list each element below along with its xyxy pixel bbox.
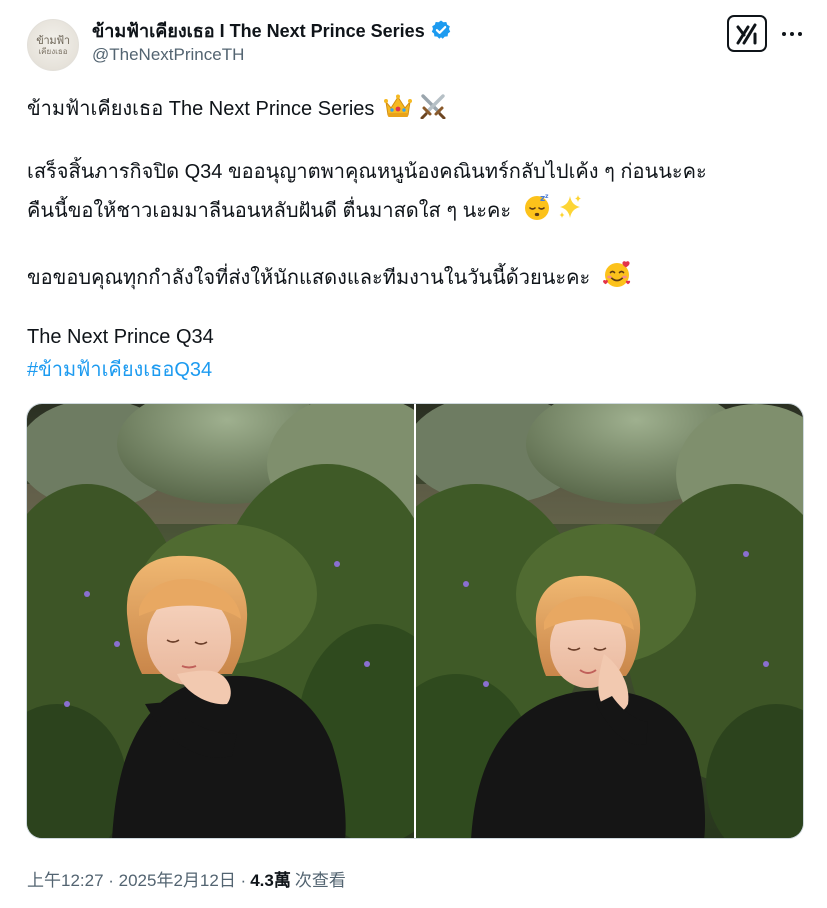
crossed-swords-emoji — [419, 93, 447, 125]
views-label: 次查看 — [294, 871, 346, 890]
sleeping-face-emoji: z z — [523, 193, 551, 227]
tweet-text-line-2: เสร็จสิ้นภารกิจปิด Q34 ขออนุญาตพาคุณหนูน… — [27, 161, 707, 183]
author-name-row: ข้ามฟ้าเคียงเธอ I The Next Prince Series — [92, 17, 452, 43]
avatar-logo-line1: ข้ามฟ้า — [36, 33, 70, 47]
tweet-text-line-3: คืนนี้ขอให้ชาวเอมมาลีนอนหลับฝันดี ตื่นมา… — [27, 193, 807, 227]
photo-2[interactable] — [416, 404, 803, 838]
views-count: 4.3萬 — [250, 871, 291, 890]
smiling-face-with-hearts-emoji — [602, 260, 632, 294]
media-grid — [26, 403, 804, 839]
tweet-meta: 上午12:27 · 2025年2月12日 · 4.3萬 次查看 — [27, 866, 346, 891]
tweet-text: คืนนี้ขอให้ชาวเอมมาลีนอนหลับฝันดี ตื่นมา… — [27, 200, 512, 222]
photo-1[interactable] — [27, 404, 414, 838]
timestamp-link[interactable]: 上午12:27 · 2025年2月12日 · — [27, 866, 246, 891]
grok-icon — [736, 23, 757, 44]
sparkles-emoji — [557, 193, 583, 227]
tweet-text: ข้ามฟ้าเคียงเธอ The Next Prince Series — [27, 98, 375, 120]
tweet-text-line-1: ข้ามฟ้าเคียงเธอ The Next Prince Series — [27, 93, 807, 125]
svg-text:z: z — [545, 193, 549, 200]
more-options-button[interactable] — [775, 23, 809, 45]
tweet-text-line-5: The Next Prince Q34 — [27, 326, 214, 348]
tweet-text-line-4: ขอขอบคุณทุกกำลังใจที่ส่งให้นักแสดงและทีม… — [27, 260, 807, 294]
crown-emoji — [383, 93, 413, 125]
verified-badge-icon[interactable] — [430, 19, 452, 41]
tweet: ข้ามฟ้า เคียงเธอ ข้ามฟ้าเคียงเธอ I The N… — [0, 0, 827, 908]
more-icon-dot — [798, 32, 802, 36]
grok-button[interactable] — [727, 15, 767, 52]
more-icon-dot — [782, 32, 786, 36]
avatar[interactable]: ข้ามฟ้า เคียงเธอ — [27, 19, 79, 71]
tweet-text: ขอขอบคุณทุกกำลังใจที่ส่งให้นักแสดงและทีม… — [27, 267, 591, 289]
hashtag-link[interactable]: #ข้ามฟ้าเคียงเธอQ34 — [27, 358, 212, 382]
author-handle[interactable]: @TheNextPrinceTH — [92, 45, 244, 65]
display-name[interactable]: ข้ามฟ้าเคียงเธอ I The Next Prince Series — [92, 16, 425, 45]
avatar-logo-line2: เคียงเธอ — [38, 46, 68, 56]
more-icon-dot — [790, 32, 794, 36]
